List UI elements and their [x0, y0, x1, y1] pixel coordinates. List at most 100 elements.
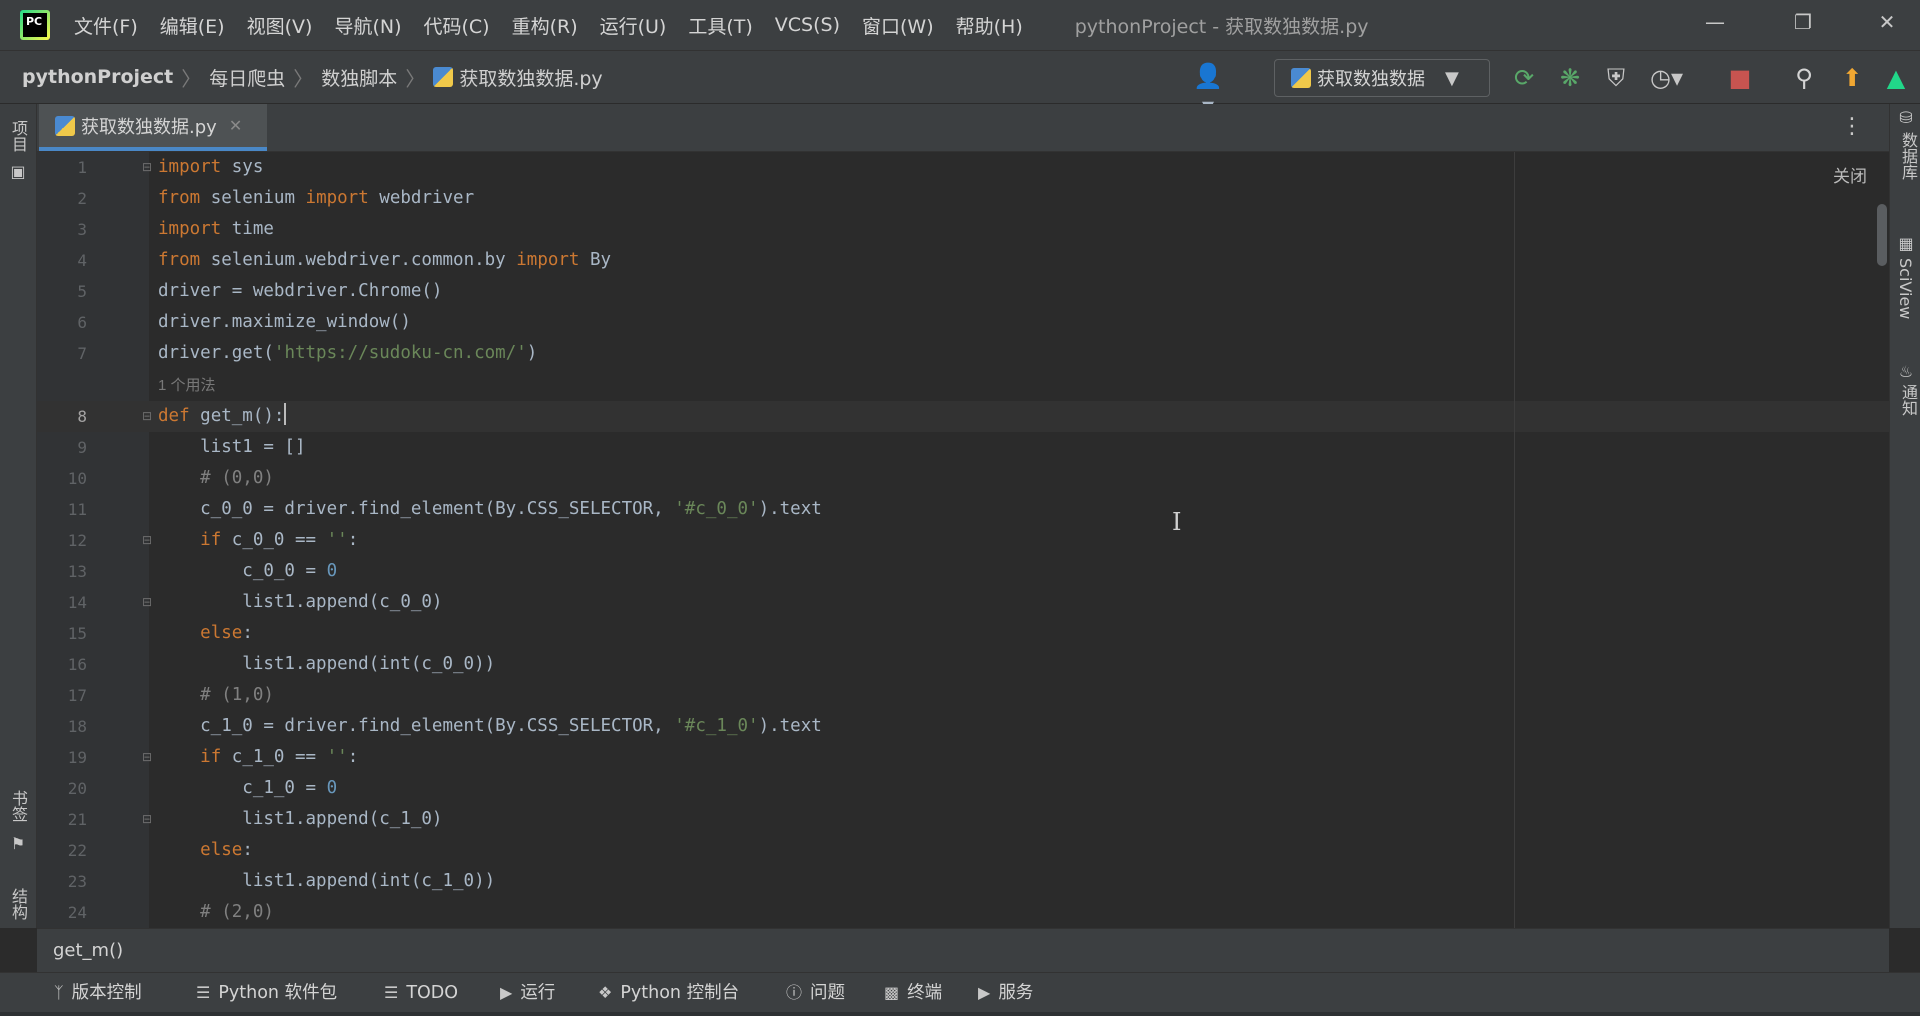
alert-icon: ⓘ	[786, 983, 803, 1002]
code-line: c_0_0 = 0	[158, 561, 338, 581]
line-number: 1	[77, 158, 87, 177]
bookmark-icon[interactable]: ⚑	[8, 834, 28, 853]
code-line: # (0,0)	[158, 468, 274, 488]
play-icon: ▶	[500, 983, 513, 1002]
code-line: list1.append(c_0_0)	[158, 592, 443, 612]
code-line: c_1_0 = driver.find_element(By.CSS_SELEC…	[158, 716, 822, 736]
close-window-icon[interactable]: ✕	[1872, 10, 1902, 34]
usage-hint[interactable]: 1 个用法	[158, 370, 216, 401]
bookmarks-tool-label[interactable]: 书签	[6, 790, 30, 822]
line-number: 5	[77, 282, 87, 301]
line-number: 14	[67, 593, 87, 612]
code-line: list1.append(int(c_0_0))	[158, 654, 496, 674]
tool-problems[interactable]: ⓘ 问题	[786, 973, 845, 1013]
fold-marker-icon[interactable]: ⊟	[142, 595, 156, 609]
code-line: list1.append(c_1_0)	[158, 809, 443, 829]
search-icon[interactable]: ⚲	[1788, 63, 1820, 93]
tool-services[interactable]: ▶ 服务	[978, 973, 1033, 1013]
code-line: list1 = []	[158, 437, 306, 457]
code-line: driver = webdriver.Chrome()	[158, 281, 443, 301]
database-tool-label[interactable]: 数据库	[1896, 132, 1920, 180]
status-bar	[0, 1012, 1920, 1016]
more-tabs-icon[interactable]: ⋮	[1841, 114, 1863, 139]
notifications-tool-label[interactable]: 通知	[1896, 384, 1920, 416]
line-number: 15	[67, 624, 87, 643]
code-line: from selenium import webdriver	[158, 188, 475, 208]
tool-terminal[interactable]: ▩ 终端	[884, 973, 942, 1013]
code-line: import time	[158, 219, 274, 239]
line-number: 7	[77, 344, 87, 363]
line-number: 13	[67, 562, 87, 581]
line-number: 23	[67, 872, 87, 891]
fold-marker-icon[interactable]: ⊟	[142, 409, 156, 423]
line-number: 12	[67, 531, 87, 550]
line-number: 20	[67, 779, 87, 798]
breadcrumb-project[interactable]: pythonProject	[22, 66, 173, 88]
line-number: 21	[67, 810, 87, 829]
code-line: import sys	[158, 157, 264, 177]
line-number: 11	[67, 500, 87, 519]
line-number: 3	[77, 220, 87, 239]
fold-marker-icon[interactable]: ⊟	[142, 750, 156, 764]
folder-icon[interactable]: ▣	[8, 162, 28, 181]
function-breadcrumb[interactable]: get_m()	[53, 940, 123, 961]
tool-run[interactable]: ▶ 运行	[500, 973, 555, 1013]
code-structure-breadcrumb: get_m()	[37, 928, 1889, 972]
tool-python-console[interactable]: ❖ Python 控制台	[598, 973, 739, 1013]
fold-marker-icon[interactable]: ⊟	[142, 812, 156, 826]
line-number: 22	[67, 841, 87, 860]
sciview-tool-label[interactable]: SciView	[1896, 258, 1915, 319]
code-line-current: def get_m():	[158, 401, 287, 432]
line-number: 17	[67, 686, 87, 705]
line-number: 19	[67, 748, 87, 767]
mouse-ibeam-cursor: I	[1172, 508, 1182, 536]
left-tool-strip: 项目 ▣ 书签 ⚑ 结构	[0, 104, 37, 928]
code-line: list1.append(int(c_1_0))	[158, 871, 496, 891]
line-number: 4	[77, 251, 87, 270]
structure-tool-label[interactable]: 结构	[6, 888, 30, 920]
code-line: # (2,0)	[158, 902, 274, 922]
code-line: driver.maximize_window()	[158, 312, 411, 332]
layers-icon: ☰	[196, 983, 211, 1002]
code-line: if c_0_0 == '':	[200, 530, 359, 550]
branch-icon: ᛉ	[54, 983, 64, 1002]
close-hint-link[interactable]: 关闭	[1833, 162, 1867, 187]
code-line: c_1_0 = 0	[158, 778, 338, 798]
profile-icon[interactable]: ◷▾	[1650, 63, 1683, 93]
code-editor[interactable]: import sys from selenium import webdrive…	[158, 0, 1518, 928]
minimize-icon[interactable]: —	[1700, 10, 1730, 34]
services-icon: ▶	[978, 983, 991, 1002]
list-icon: ☰	[384, 983, 399, 1002]
pycharm-logo-icon	[20, 10, 50, 40]
line-number: 16	[67, 655, 87, 674]
fold-marker-icon[interactable]: ⊟	[142, 533, 156, 547]
database-icon[interactable]: ⛁	[1896, 108, 1916, 127]
coverage-icon[interactable]: ⛨	[1600, 63, 1632, 93]
code-line: else:	[200, 623, 253, 643]
code-line: if c_1_0 == '':	[200, 747, 359, 767]
code-line: driver.get('https://sudoku-cn.com/')	[158, 343, 538, 363]
tool-version-control[interactable]: ᛉ 版本控制	[54, 973, 142, 1013]
bell-icon[interactable]: ♨	[1896, 362, 1916, 381]
debug-icon[interactable]: ❋	[1554, 63, 1586, 93]
fold-marker-icon[interactable]: ⊟	[142, 160, 156, 174]
line-number: 9	[77, 438, 87, 457]
line-number-current: 8	[77, 407, 87, 426]
code-line: # (1,0)	[158, 685, 274, 705]
update-icon[interactable]: ⬆	[1836, 63, 1868, 93]
vertical-scrollbar[interactable]	[1877, 204, 1887, 266]
python-file-icon	[55, 115, 75, 136]
restore-icon[interactable]: ❐	[1788, 10, 1818, 34]
jetbrains-toolbox-icon[interactable]: ▲	[1880, 63, 1912, 93]
tool-python-packages[interactable]: ☰ Python 软件包	[196, 973, 337, 1013]
project-tool-label[interactable]: 项目	[6, 120, 30, 152]
terminal-icon: ▩	[884, 983, 900, 1002]
code-line: else:	[200, 840, 253, 860]
line-number: 18	[67, 717, 87, 736]
line-number: 24	[67, 903, 87, 922]
stop-icon[interactable]: ■	[1724, 63, 1756, 93]
python-icon: ❖	[598, 983, 613, 1002]
tool-todo[interactable]: ☰ TODO	[384, 973, 458, 1013]
sciview-icon[interactable]: ▦	[1896, 234, 1916, 253]
menu-file[interactable]: 文件(F)	[74, 12, 138, 39]
